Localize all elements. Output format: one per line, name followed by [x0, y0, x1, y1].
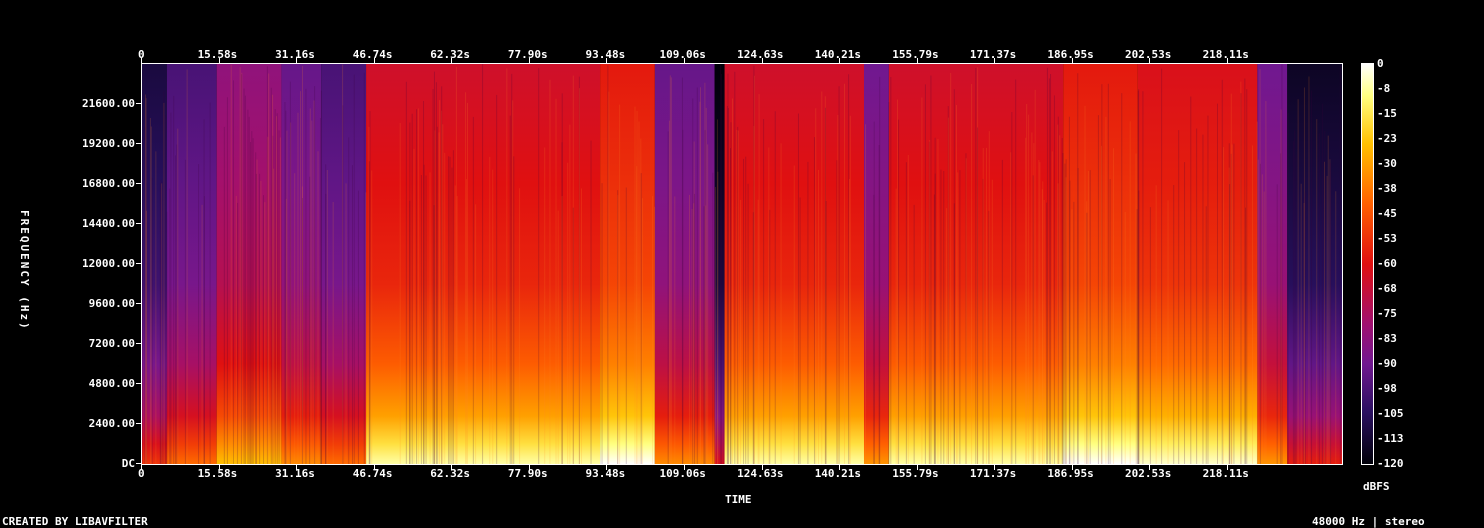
y-tick-label: 12000.00	[82, 257, 135, 270]
colorbar-tick-label: -23	[1377, 132, 1397, 145]
spectrogram-segment	[1063, 64, 1138, 464]
y-axis-label: FREQUENCY (Hz)	[18, 210, 31, 331]
colorbar-tick-label: -8	[1377, 82, 1391, 95]
y-tick-mark	[136, 343, 141, 344]
spectrogram-segment	[1287, 64, 1342, 464]
spectrogram-image	[142, 64, 1342, 464]
x-tick-label: 62.32s	[430, 48, 471, 61]
colorbar-tick-label: -68	[1377, 282, 1397, 295]
x-tick-label: 186.95s	[1047, 467, 1094, 480]
x-tick-label: 202.53s	[1124, 467, 1172, 480]
colorbar-tick-label: 0	[1377, 57, 1384, 70]
x-tick-label: 77.90s	[507, 467, 548, 480]
x-tick-label: 218.11s	[1202, 48, 1249, 61]
y-tick-mark	[136, 303, 141, 304]
y-tick-label: 19200.00	[82, 137, 135, 150]
colorbar-tick-label: -75	[1377, 307, 1397, 320]
x-tick-label: 140.21s	[814, 467, 862, 480]
y-tick-mark	[136, 183, 141, 184]
colorbar-tick-label: -53	[1377, 232, 1397, 245]
colorbar-tick-label: -60	[1377, 257, 1397, 270]
y-tick-mark	[136, 103, 141, 104]
colorbar-tick-label: -30	[1377, 157, 1397, 170]
spectrogram-segment	[1257, 64, 1288, 464]
x-tick-label: 140.21s	[814, 48, 862, 61]
colorbar-tick-label: -113	[1377, 432, 1404, 445]
x-tick-label: 109.06s	[659, 467, 706, 480]
y-tick-mark	[136, 383, 141, 384]
colorbar-tick-label: -83	[1377, 332, 1397, 345]
x-tick-label: 77.90s	[507, 48, 548, 61]
y-tick-label: 16800.00	[82, 177, 135, 190]
y-tick-label: DC	[121, 457, 135, 470]
colorbar-tick-label: -120	[1377, 457, 1404, 470]
colorbar-tick-label: -98	[1377, 382, 1397, 395]
x-axis-label: TIME	[725, 493, 752, 506]
footer-credit: CREATED BY LIBAVFILTER	[2, 515, 148, 528]
y-tick-mark	[136, 143, 141, 144]
colorbar-tick-label: -45	[1377, 207, 1397, 220]
colorbar	[1361, 63, 1374, 465]
x-tick-label: 124.63s	[737, 467, 784, 480]
y-tick-label: 21600.00	[82, 97, 135, 110]
x-tick-label: 155.79s	[892, 48, 939, 61]
colorbar-gradient	[1362, 64, 1373, 464]
x-tick-label: 46.74s	[352, 467, 393, 480]
y-tick-label: 2400.00	[88, 417, 135, 430]
x-tick-label: 93.48s	[585, 48, 626, 61]
y-tick-mark	[136, 223, 141, 224]
y-tick-mark	[136, 423, 141, 424]
x-tick-label: 31.16s	[275, 467, 315, 480]
x-tick-label: 186.95s	[1047, 48, 1094, 61]
y-tick-label: 4800.00	[88, 377, 135, 390]
y-tick-mark	[136, 263, 141, 264]
x-tick-label: 15.58s	[197, 48, 238, 61]
footer-format: 48000 Hz | stereo	[1312, 515, 1425, 528]
x-tick-label: 171.37s	[969, 467, 1017, 480]
y-tick-mark	[136, 463, 141, 464]
x-tick-label: 202.53s	[1124, 48, 1172, 61]
colorbar-tick-label: -15	[1377, 107, 1397, 120]
x-tick-label: 109.06s	[659, 48, 706, 61]
x-tick-label: 46.74s	[352, 48, 393, 61]
spectrogram-segment	[166, 64, 217, 464]
x-tick-label: 124.63s	[737, 48, 784, 61]
x-tick-label: 0	[138, 467, 145, 480]
y-tick-label: 9600.00	[88, 297, 135, 310]
colorbar-tick-label: -105	[1377, 407, 1404, 420]
x-tick-label: 93.48s	[585, 467, 626, 480]
x-tick-label: 155.79s	[892, 467, 939, 480]
spectrogram-segment	[863, 64, 889, 464]
colorbar-label: dBFS	[1363, 480, 1390, 493]
colorbar-tick-label: -90	[1377, 357, 1397, 370]
x-tick-label: 31.16s	[275, 48, 315, 61]
y-tick-label: 14400.00	[82, 217, 135, 230]
y-tick-label: 7200.00	[88, 337, 135, 350]
colorbar-tick-label: -38	[1377, 182, 1397, 195]
x-tick-label: 171.37s	[969, 48, 1017, 61]
spectrogram-segment	[321, 64, 367, 464]
x-tick-label: 15.58s	[197, 467, 238, 480]
spectrogram-plot	[141, 63, 1343, 465]
x-tick-label: 218.11s	[1202, 467, 1249, 480]
x-tick-label: 62.32s	[430, 467, 471, 480]
x-tick-label: 0	[138, 48, 145, 61]
